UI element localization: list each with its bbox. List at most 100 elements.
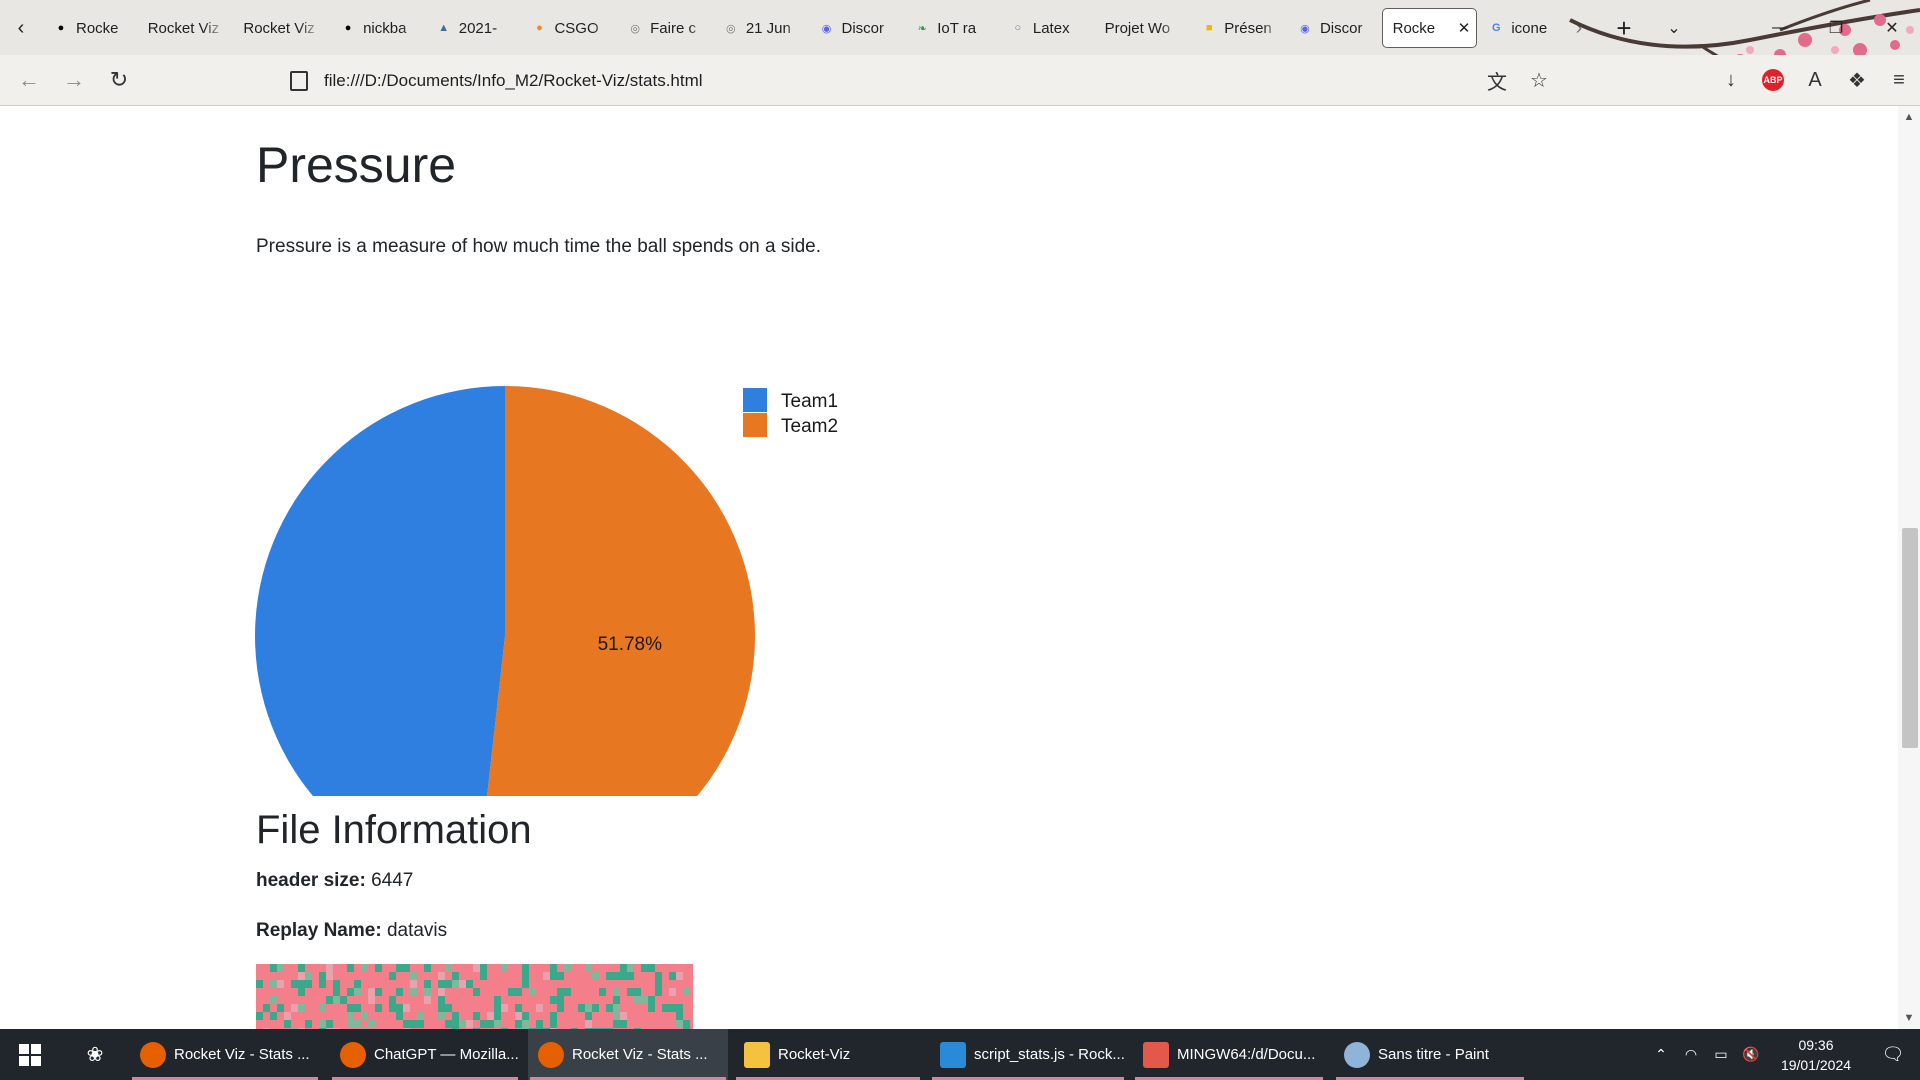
close-window-button[interactable]: ✕ — [1864, 0, 1920, 55]
tab-12[interactable]: ■ Présen — [1190, 8, 1286, 48]
tab-strip: ‹ ● Rocke Rocket Viz Rocket Viz ● nickba ▲ 2021… — [0, 0, 1920, 55]
vscode-icon — [940, 1041, 966, 1068]
heatmap-image — [256, 964, 693, 1029]
tab-7[interactable]: ◎ 21 Jun — [712, 8, 808, 48]
clock-date: 19/01/2024 — [1780, 1056, 1852, 1073]
tab-scroll-left-button[interactable]: ‹ — [4, 12, 38, 44]
leaf-icon: ❧ — [917, 22, 927, 35]
firefox-icon — [340, 1041, 366, 1068]
tab-title: 2021- — [458, 19, 498, 37]
list-all-tabs-button[interactable]: ⌄ — [1654, 12, 1694, 44]
forward-button[interactable]: → — [57, 63, 91, 97]
circle-icon: ◎ — [726, 22, 736, 35]
file-information-heading: File Information — [256, 808, 532, 852]
taskbar-item-4[interactable]: script_stats.js - Rock... — [930, 1029, 1126, 1080]
legend-label-team1: Team1 — [781, 391, 838, 412]
clock-time: 09:36 — [1798, 1036, 1834, 1053]
firefox-icon — [140, 1041, 166, 1068]
car-icon: ▲ — [438, 22, 450, 34]
taskbar-item-6[interactable]: Sans titre - Paint — [1334, 1029, 1526, 1080]
new-tab-button[interactable]: + — [1604, 12, 1644, 44]
bookmark-star-icon[interactable]: ☆ — [1518, 63, 1560, 97]
tab-4[interactable]: ▲ 2021- — [425, 8, 521, 48]
scroll-down-arrow[interactable]: ▼ — [1898, 1009, 1920, 1027]
taskbar-item-3[interactable]: Rocket-Viz — [734, 1029, 922, 1080]
tab-14[interactable]: Rocke ✕ — [1381, 8, 1478, 48]
tab-13[interactable]: ◉ Discor — [1286, 8, 1382, 48]
git-icon — [1143, 1041, 1169, 1068]
taskbar-item-label: Sans titre - Paint — [1378, 1046, 1489, 1063]
taskbar-item-1[interactable]: ChatGPT — Mozilla... — [330, 1029, 520, 1080]
start-button[interactable] — [0, 1029, 60, 1080]
replay-name-value: datavis — [386, 920, 448, 941]
taskbar-item-label: Rocket Viz - Stats ... — [572, 1046, 708, 1063]
pressure-description: Pressure is a measure of how much time t… — [256, 236, 822, 257]
back-button[interactable]: ← — [12, 63, 46, 97]
translate-icon[interactable]: 文 — [1476, 63, 1518, 97]
address-bar[interactable]: file:///D:/Documents/Info_M2/Rocket-Viz/… — [290, 65, 703, 97]
extensions-icon[interactable]: ❖ — [1836, 63, 1878, 97]
tab-title: icone — [1511, 19, 1548, 37]
menu-icon[interactable]: ≡ — [1878, 63, 1920, 97]
header-size-label: header size: — [256, 870, 366, 891]
tab-title: nickba — [363, 19, 407, 37]
taskbar-item-5[interactable]: MINGW64:/d/Docu... — [1133, 1029, 1325, 1080]
tab-title: Faire c — [650, 19, 696, 37]
header-size-value: 6447 — [371, 870, 414, 891]
tab-11[interactable]: Projet Wo — [1095, 8, 1191, 48]
battery-icon[interactable]: ▭ — [1706, 1029, 1736, 1080]
tab-6[interactable]: ◎ Faire c — [616, 8, 712, 48]
slides-icon: ■ — [1205, 22, 1213, 34]
tab-10[interactable]: ○ Latex — [999, 8, 1095, 48]
tab-8[interactable]: ◉ Discor — [808, 8, 904, 48]
tab-15[interactable]: Gicone — [1477, 8, 1573, 48]
volume-muted-icon[interactable]: 🔇 — [1736, 1029, 1766, 1080]
tab-title: Rocket Viz — [243, 19, 315, 37]
navigation-bar: ← → ↻ file:///D:/Documents/Info_M2/Rocke… — [0, 55, 1920, 106]
tab-9[interactable]: ❧ IoT ra — [903, 8, 999, 48]
minimize-button[interactable]: — — [1752, 0, 1808, 55]
taskbar-item-label: ChatGPT — Mozilla... — [374, 1046, 519, 1063]
extension-a-icon[interactable]: A — [1794, 63, 1836, 97]
legend-swatch-team2 — [743, 413, 767, 437]
taskbar-item-0[interactable]: Rocket Viz - Stats ... — [130, 1029, 320, 1080]
pie-slice-team1[interactable] — [255, 386, 505, 796]
pressure-heading: Pressure — [256, 137, 457, 193]
tray-overflow-icon[interactable]: ⌃ — [1646, 1029, 1676, 1080]
folder-icon — [744, 1041, 770, 1068]
github-icon: ● — [344, 22, 352, 34]
tab-title: CSGO — [554, 19, 599, 37]
notifications-icon[interactable]: 🗨 — [1866, 1029, 1920, 1080]
clock[interactable]: 09:36 19/01/2024 — [1766, 1035, 1866, 1075]
discord-icon: ◉ — [821, 22, 832, 35]
tab-title: Discor — [1319, 19, 1363, 37]
tab-title: Présen — [1224, 19, 1272, 37]
window-controls: — ❐ ✕ — [1752, 0, 1920, 55]
pie-slice-team2[interactable] — [477, 386, 755, 796]
tab-close-icon[interactable]: ✕ — [1458, 19, 1471, 37]
pinned-app-icon[interactable]: ❀ — [70, 1029, 120, 1080]
taskbar-item-2[interactable]: Rocket Viz - Stats ... — [528, 1029, 728, 1080]
tab-1[interactable]: Rocket Viz — [138, 8, 234, 48]
google-icon: G — [1492, 22, 1501, 34]
url-text[interactable]: file:///D:/Documents/Info_M2/Rocket-Viz/… — [324, 71, 703, 91]
adblock-icon[interactable]: ABP — [1752, 63, 1794, 97]
scrollbar[interactable]: ▲ ▼ — [1898, 106, 1920, 1029]
legend-label-team2: Team2 — [781, 416, 838, 437]
tab-0[interactable]: ● Rocke — [42, 8, 138, 48]
tab-5[interactable]: ● CSGO — [520, 8, 616, 48]
tab-title: Discor — [841, 19, 885, 37]
restore-button[interactable]: ❐ — [1808, 0, 1864, 55]
scroll-up-arrow[interactable]: ▲ — [1898, 108, 1920, 126]
wifi-icon[interactable]: ◠ — [1676, 1029, 1706, 1080]
tab-3[interactable]: ● nickba — [329, 8, 425, 48]
tab-scroll-right-button[interactable]: › — [1562, 12, 1596, 44]
taskbar: ❀ Rocket Viz - Stats ... ChatGPT — Mozill… — [0, 1029, 1920, 1080]
reload-button[interactable]: ↻ — [102, 63, 136, 97]
page-content: Pressure Pressure is a measure of how mu… — [0, 106, 1898, 1029]
tab-title: Rocket Viz — [147, 19, 220, 37]
scrollbar-thumb[interactable] — [1902, 528, 1918, 748]
tab-2[interactable]: Rocket Viz — [233, 8, 329, 48]
tab-title: IoT ra — [937, 19, 977, 37]
downloads-icon[interactable]: ↓ — [1710, 63, 1752, 97]
